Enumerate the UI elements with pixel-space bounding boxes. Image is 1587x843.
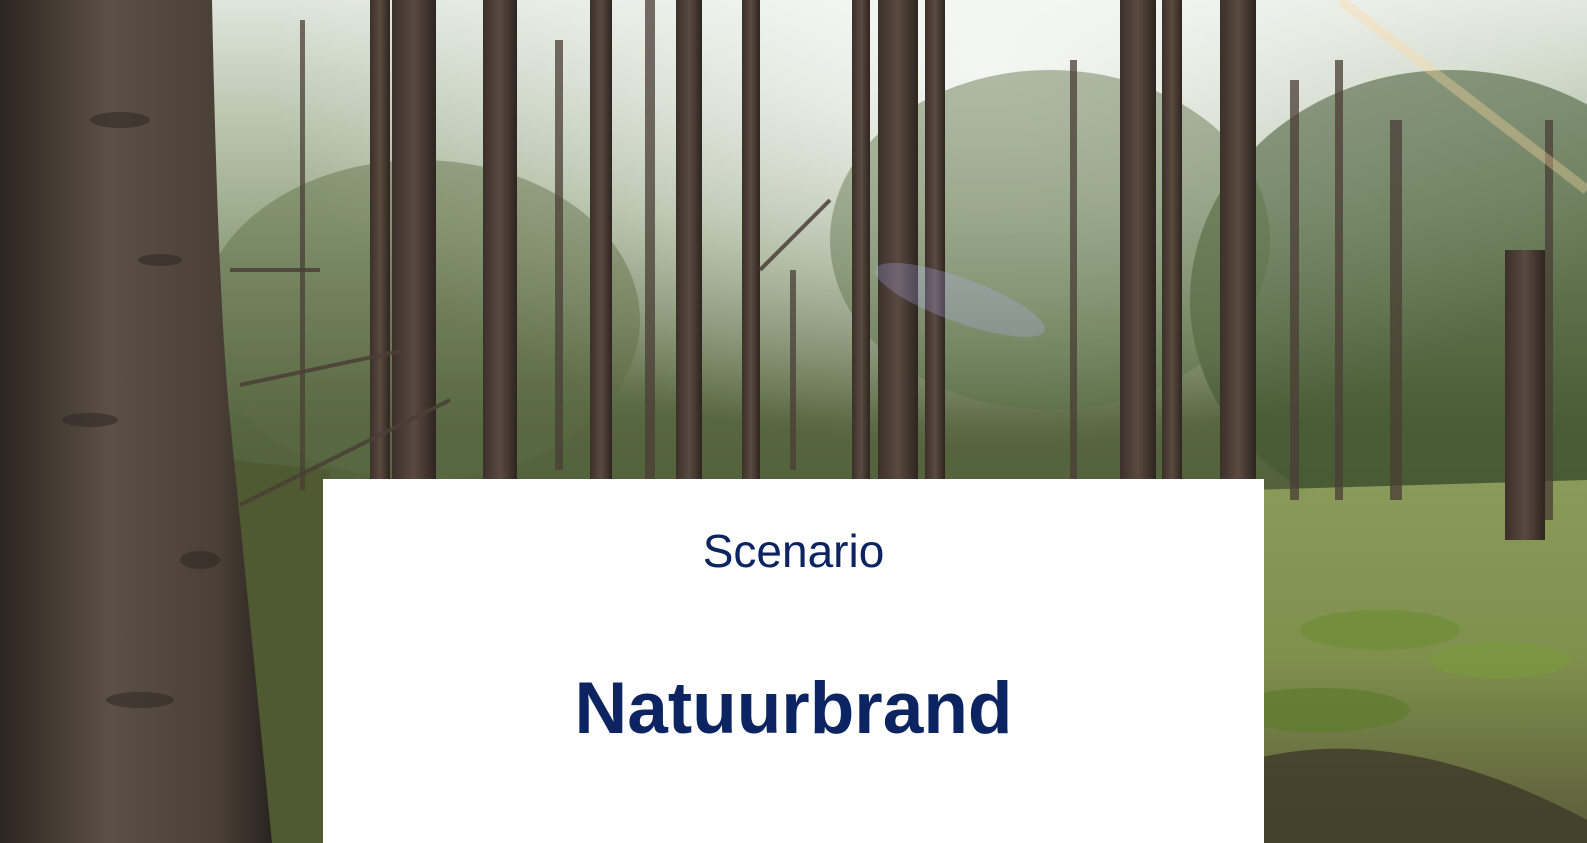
slide-subtitle: Scenario [702,525,885,577]
slide-title: Natuurbrand [574,668,1013,749]
slide: Scenario Natuurbrand [0,0,1587,843]
title-card: Scenario Natuurbrand [323,479,1264,843]
